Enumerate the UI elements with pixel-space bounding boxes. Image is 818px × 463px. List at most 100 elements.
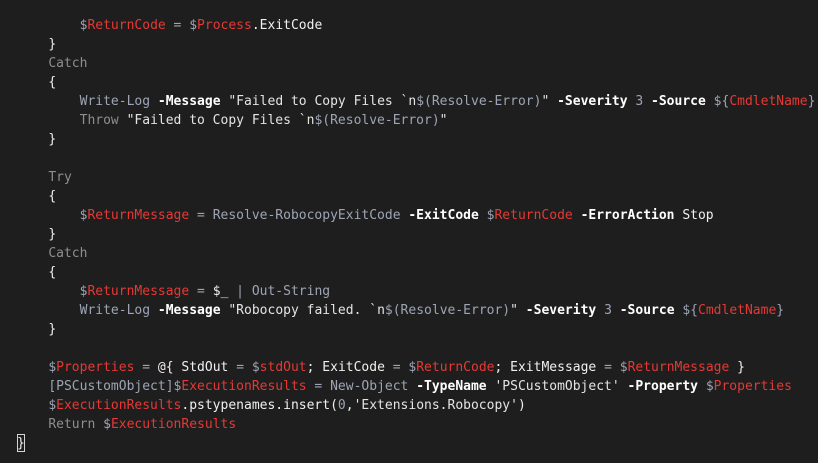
code-token: {	[48, 189, 57, 204]
code-token: =	[236, 360, 252, 375]
code-token: }	[48, 227, 57, 242]
code-token: }	[48, 322, 57, 337]
code-token: "Failed to Copy Files `n	[228, 94, 417, 109]
code-token: )	[517, 398, 526, 413]
code-token: 3	[604, 303, 620, 318]
code-token: =	[306, 379, 331, 394]
code-token: Properties	[56, 360, 135, 375]
code-token: "	[439, 113, 448, 128]
code-token: 'Extensions.Robocopy'	[353, 398, 518, 413]
text-cursor	[17, 434, 25, 452]
code-token: ReturnCode	[494, 208, 573, 223]
code-token: $(Resolve-Error)	[416, 94, 542, 109]
code-token: Write-Log	[79, 303, 158, 318]
code-token: Out-String	[251, 284, 331, 299]
code-line: }	[17, 320, 56, 339]
code-line: {	[17, 263, 56, 282]
code-token: CmdletName	[698, 303, 777, 318]
code-line: Write-Log -Message "Failed to Copy Files…	[17, 92, 816, 111]
code-token: ${	[682, 303, 699, 318]
code-token: =	[604, 360, 620, 375]
code-line: $ReturnMessage = Resolve-RobocopyExitCod…	[17, 206, 714, 225]
code-token: $(Resolve-Error)	[384, 303, 511, 318]
code-line: $ReturnCode = $Process.ExitCode	[17, 16, 323, 35]
code-token: -Message	[157, 303, 229, 318]
code-line: $Properties = @{ StdOut = $stdOut; ExitC…	[17, 358, 745, 377]
code-token: -TypeName	[416, 379, 495, 394]
code-token: -Property	[627, 379, 706, 394]
code-token: -Message	[157, 94, 229, 109]
code-token: $	[103, 417, 111, 432]
code-line: }	[17, 130, 56, 149]
code-token: Catch	[48, 56, 88, 71]
code-token: Catch	[48, 246, 88, 261]
code-token: 3	[635, 94, 652, 109]
code-token: ReturnCode	[416, 360, 495, 375]
code-token: "	[541, 94, 558, 109]
code-line: Return $ExecutionResults	[17, 415, 236, 434]
code-token: ReturnMessage	[87, 284, 190, 299]
code-token: ExecutionResults	[56, 398, 182, 413]
code-token: ${	[713, 94, 730, 109]
code-token: -ExitCode	[408, 208, 487, 223]
code-token: @{ StdOut	[157, 360, 237, 375]
code-token: stdOut	[259, 360, 307, 375]
code-token: =	[392, 360, 409, 375]
code-token: ; ExitMessage	[494, 360, 605, 375]
code-line: Catch	[17, 54, 87, 73]
code-token: =	[189, 284, 213, 299]
code-token: Resolve-RobocopyExitCode	[212, 208, 409, 223]
code-line: {	[17, 187, 56, 206]
code-token: [PSCustomObject]	[48, 379, 174, 394]
code-token: Properties	[713, 379, 792, 394]
code-token: }	[48, 132, 57, 147]
code-token: Stop	[682, 208, 714, 223]
code-token: $_	[212, 284, 229, 299]
code-token: Write-Log	[79, 94, 158, 109]
code-line: }	[17, 225, 56, 244]
code-line: }	[17, 35, 56, 54]
code-token: ReturnCode	[87, 18, 166, 33]
code-line: Catch	[17, 244, 87, 263]
code-token: $	[251, 360, 260, 375]
code-token: Try	[48, 170, 72, 185]
code-token: ExecutionResults	[110, 417, 237, 432]
code-token: }	[776, 303, 785, 318]
code-token: =	[189, 208, 213, 223]
code-token: $	[619, 360, 628, 375]
code-token: ExecutionResults	[181, 379, 307, 394]
code-token: $	[48, 360, 57, 375]
code-token: ReturnMessage	[87, 208, 190, 223]
code-token: "Robocopy failed. `n	[228, 303, 385, 318]
code-token: }	[729, 360, 745, 375]
code-line: $ExecutionResults.pstypenames.insert(0,'…	[17, 396, 526, 415]
code-token: -Source	[619, 303, 683, 318]
code-token: -Source	[651, 94, 714, 109]
code-token: }	[807, 94, 816, 109]
code-token: ,	[345, 398, 354, 413]
code-token: $	[705, 379, 714, 394]
code-token: $(Resolve-Error)	[314, 113, 440, 128]
code-line: [PSCustomObject] $ ExecutionResults = New-…	[17, 377, 792, 396]
code-token: Process	[197, 18, 252, 33]
code-token: 'PSCustomObject'	[494, 379, 628, 394]
code-line: Try	[17, 168, 72, 187]
code-token: ; ExitCode	[306, 360, 393, 375]
code-line: Throw "Failed to Copy Files `n$(Resolve-…	[17, 111, 448, 130]
code-token: =	[165, 18, 190, 33]
code-token: Return	[48, 417, 104, 432]
code-token: {	[48, 265, 57, 280]
code-token: ReturnMessage	[627, 360, 730, 375]
code-token: CmdletName	[729, 94, 808, 109]
code-token: }	[48, 37, 57, 52]
code-token: "Failed to Copy Files `n	[126, 113, 315, 128]
code-token: .ExitCode	[251, 18, 323, 33]
code-token: {	[48, 75, 57, 90]
code-token: Throw	[79, 113, 127, 128]
code-line: Write-Log -Message "Robocopy failed. `n$…	[17, 301, 785, 320]
code-editor[interactable]: $ReturnCode = $Process.ExitCode } Catch …	[0, 0, 818, 463]
code-token: $	[189, 18, 198, 33]
code-token: -Severity	[557, 94, 636, 109]
code-token: |	[228, 284, 252, 299]
